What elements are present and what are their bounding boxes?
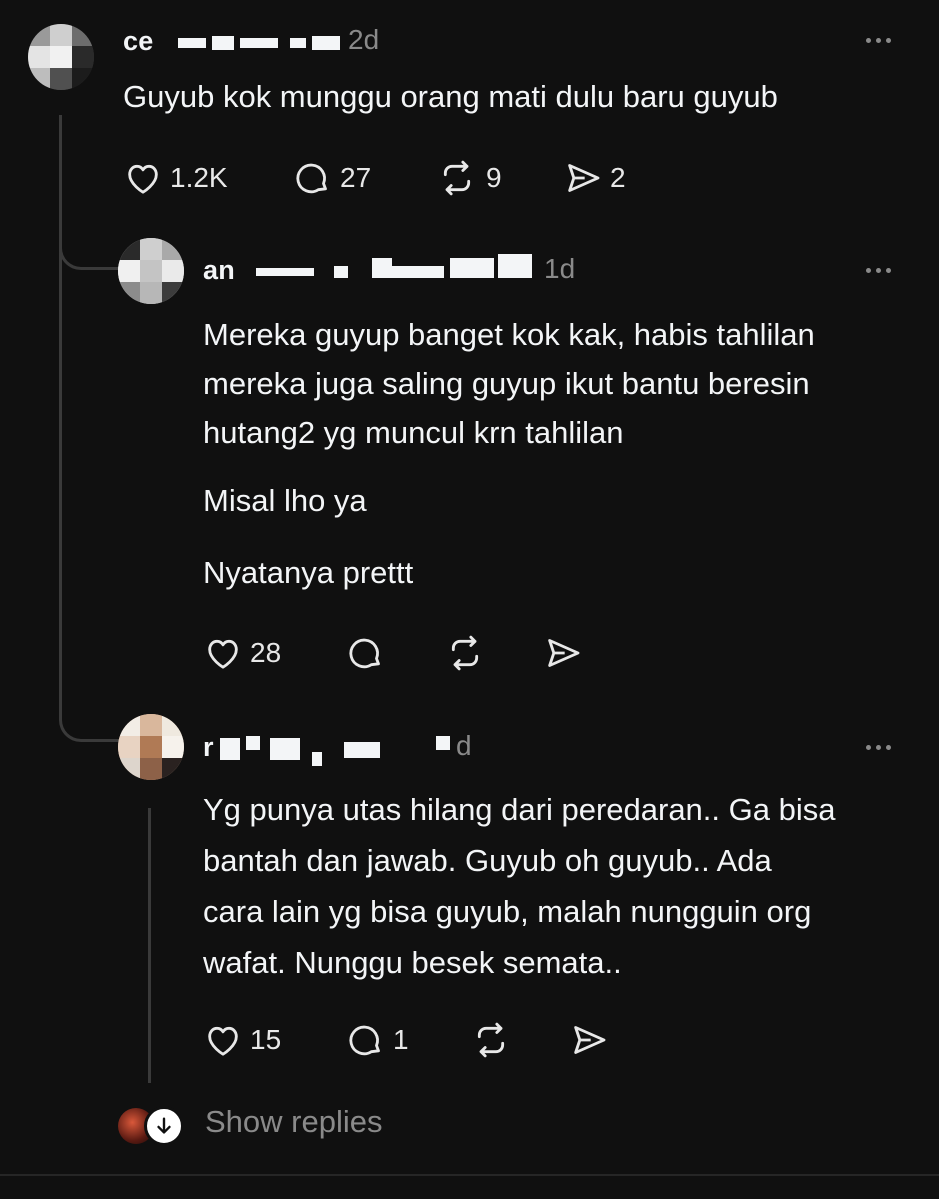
username[interactable]: an [203, 255, 235, 286]
thread-branch-2 [59, 700, 121, 742]
heart-icon [208, 639, 238, 669]
heart-icon [128, 164, 158, 194]
text-line: Mereka guyup banget kok kak, habis tahli… [203, 317, 815, 352]
comment-text: Yg punya utas hilang dari peredaran.. Ga… [203, 784, 835, 988]
username-redaction [450, 258, 494, 278]
comment-header: ce [123, 24, 153, 58]
thread-line-main [59, 115, 62, 715]
username-redaction [178, 38, 206, 48]
like-button[interactable]: 28 [202, 633, 281, 673]
repost-icon [451, 635, 479, 671]
like-count: 28 [250, 637, 282, 668]
share-icon [548, 639, 580, 667]
more-icon[interactable] [866, 38, 891, 43]
repost-count: 9 [486, 162, 502, 193]
repost-icon [443, 160, 471, 196]
bottom-divider [0, 1174, 939, 1176]
comment-icon [349, 1025, 380, 1056]
comment-button[interactable]: 27 [292, 158, 371, 198]
like-count: 1.2K [170, 162, 228, 193]
repost-icon [477, 1022, 505, 1058]
text-line: bantah dan jawab. Guyub oh guyub.. Ada [203, 843, 772, 878]
share-button[interactable]: 2 [562, 158, 626, 198]
username-redaction [256, 268, 314, 276]
heart-icon [208, 1026, 238, 1056]
username-redaction [498, 254, 532, 278]
share-count: 2 [610, 162, 626, 193]
username-redaction [290, 38, 306, 48]
show-replies-label: Show replies [205, 1104, 383, 1139]
timestamp: 2d [348, 24, 380, 55]
comment-text: Guyub kok munggu orang mati dulu baru gu… [123, 79, 778, 114]
username-redaction [270, 738, 300, 760]
share-icon [574, 1026, 606, 1054]
username-redaction [240, 38, 278, 48]
timestamp: 1d [544, 253, 576, 284]
share-icon [568, 164, 600, 192]
avatar[interactable] [28, 24, 94, 90]
thread-branch-1 [59, 230, 121, 270]
username-redaction [246, 736, 260, 750]
avatar[interactable] [118, 238, 184, 304]
username[interactable]: r [203, 732, 214, 763]
username-redaction [312, 36, 340, 50]
username-redaction [334, 266, 348, 278]
comment-button[interactable]: 1 [345, 1020, 409, 1060]
like-button[interactable]: 1.2K [122, 158, 228, 198]
username-redaction [220, 738, 240, 760]
avatar[interactable] [118, 714, 184, 780]
reply-count: 1 [393, 1024, 409, 1055]
username-redaction [392, 266, 444, 278]
like-count: 15 [250, 1024, 282, 1055]
text-paragraph: Nyatanya prettt [203, 555, 414, 590]
text-line: cara lain yg bisa guyub, malah nungguin … [203, 894, 812, 929]
arrow-down-icon [144, 1106, 184, 1146]
text-line: wafat. Nunggu besek semata.. [203, 945, 622, 980]
repost-button[interactable]: 9 [434, 158, 502, 198]
like-button[interactable]: 15 [202, 1020, 281, 1060]
username-redaction [436, 736, 450, 750]
text-line: mereka juga saling guyup ikut bantu bere… [203, 366, 810, 401]
text-line: Yg punya utas hilang dari peredaran.. Ga… [203, 792, 836, 827]
thread-line-reply-2 [148, 808, 151, 1083]
share-button[interactable] [542, 633, 584, 673]
reply-count: 27 [340, 162, 372, 193]
comment-text: Mereka guyup banget kok kak, habis tahli… [203, 310, 815, 597]
share-button[interactable] [568, 1020, 610, 1060]
username[interactable]: ce [123, 26, 153, 57]
repost-button[interactable] [468, 1020, 514, 1060]
more-icon[interactable] [866, 745, 891, 750]
text-line: hutang2 yg muncul krn tahlilan [203, 415, 624, 450]
timestamp: d [456, 730, 472, 761]
comment-icon [296, 163, 327, 194]
username-redaction [312, 752, 322, 766]
repost-button[interactable] [442, 633, 488, 673]
username-redaction [344, 742, 380, 758]
comment-button[interactable] [345, 633, 387, 673]
username-redaction [212, 36, 234, 50]
text-paragraph: Misal lho ya [203, 483, 367, 518]
username-redaction [372, 258, 392, 278]
comment-icon [349, 638, 380, 669]
more-icon[interactable] [866, 268, 891, 273]
